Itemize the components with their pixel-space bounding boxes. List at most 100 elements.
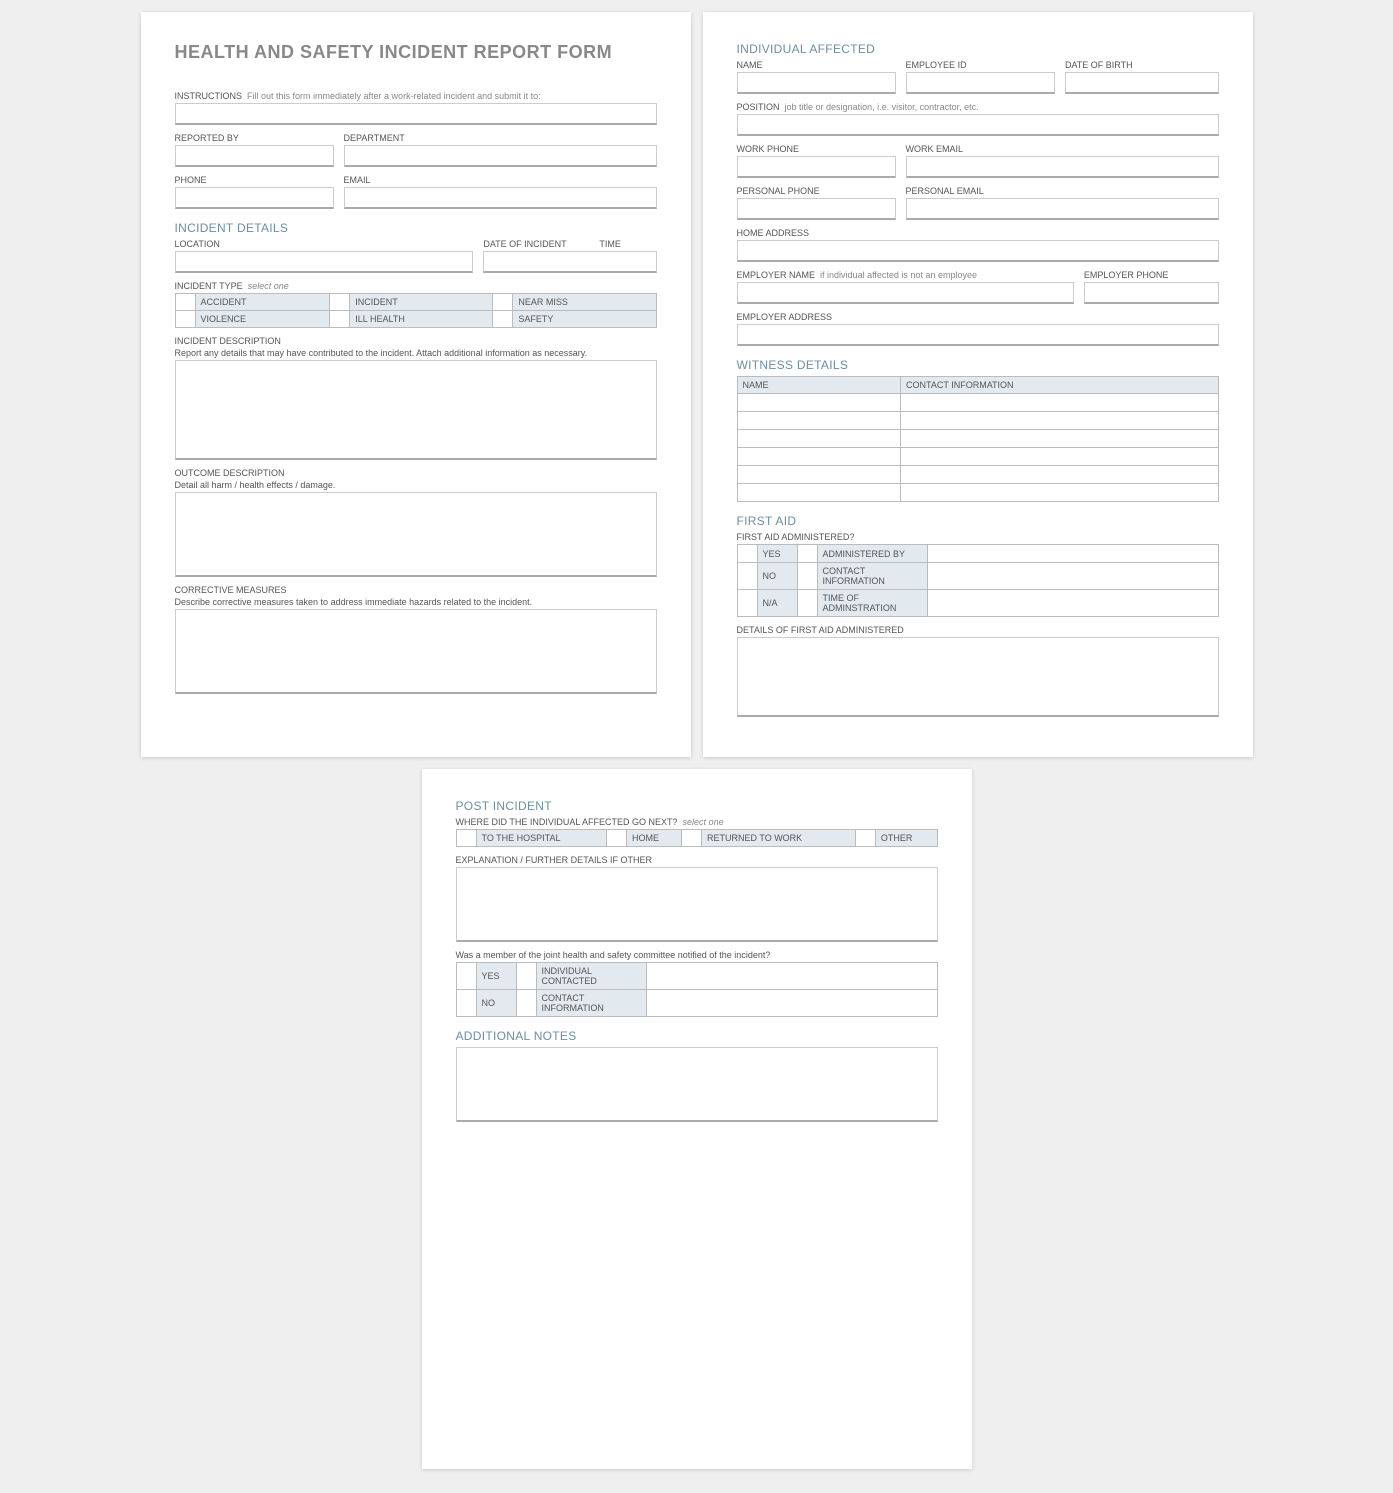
page-3: POST INCIDENT WHERE DID THE INDIVIDUAL A… bbox=[422, 769, 972, 1469]
ia-empname-input[interactable] bbox=[737, 282, 1074, 304]
witness-name-cell[interactable] bbox=[737, 394, 901, 412]
check-fa-contact[interactable] bbox=[797, 563, 817, 590]
check-pi-no[interactable] bbox=[456, 990, 476, 1017]
witness-contact-cell[interactable] bbox=[901, 430, 1218, 448]
department-input[interactable] bbox=[344, 145, 657, 167]
ia-empid-input[interactable] bbox=[906, 72, 1055, 94]
date-of-incident-input[interactable] bbox=[483, 251, 656, 273]
opt-pi-yes: YES bbox=[476, 963, 516, 990]
witness-name-cell[interactable] bbox=[737, 466, 901, 484]
check-fa-no[interactable] bbox=[737, 563, 757, 590]
fa-details-label: DETAILS OF FIRST AID ADMINISTERED bbox=[737, 625, 1219, 635]
check-safety[interactable] bbox=[493, 311, 513, 328]
ia-workemail-label: WORK EMAIL bbox=[906, 144, 1219, 154]
pi-committee-grid: YES INDIVIDUAL CONTACTED NO CONTACT INFO… bbox=[456, 962, 938, 1017]
ia-position-label: POSITION job title or designation, i.e. … bbox=[737, 102, 1219, 112]
check-incident[interactable] bbox=[330, 294, 350, 311]
opt-incident: INCIDENT bbox=[350, 294, 493, 311]
instructions-input[interactable] bbox=[175, 103, 657, 125]
pi-indiv-label: INDIVIDUAL CONTACTED bbox=[536, 963, 646, 990]
ia-workphone-label: WORK PHONE bbox=[737, 144, 896, 154]
ia-persphone-input[interactable] bbox=[737, 198, 896, 220]
pi-indiv-input[interactable] bbox=[646, 963, 937, 990]
check-fa-time[interactable] bbox=[797, 590, 817, 617]
witness-name-cell[interactable] bbox=[737, 484, 901, 502]
check-other[interactable] bbox=[855, 830, 875, 847]
ia-empaddr-label: EMPLOYER ADDRESS bbox=[737, 312, 1219, 322]
fa-time-input[interactable] bbox=[927, 590, 1218, 617]
ia-name-input[interactable] bbox=[737, 72, 896, 94]
ia-empphone-label: EMPLOYER PHONE bbox=[1084, 270, 1219, 280]
additional-notes-input[interactable] bbox=[456, 1047, 938, 1122]
witness-name-cell[interactable] bbox=[737, 430, 901, 448]
opt-fa-na: N/A bbox=[757, 590, 797, 617]
corrective-measures-sub: Describe corrective measures taken to ad… bbox=[175, 597, 657, 607]
check-near-miss[interactable] bbox=[493, 294, 513, 311]
outcome-description-input[interactable] bbox=[175, 492, 657, 577]
opt-pi-no: NO bbox=[476, 990, 516, 1017]
first-aid-q-label: FIRST AID ADMINISTERED? bbox=[737, 532, 1219, 542]
check-returned[interactable] bbox=[682, 830, 702, 847]
witness-contact-cell[interactable] bbox=[901, 448, 1218, 466]
pi-where-label: WHERE DID THE INDIVIDUAL AFFECTED GO NEX… bbox=[456, 817, 938, 827]
phone-input[interactable] bbox=[175, 187, 334, 209]
ia-empaddr-input[interactable] bbox=[737, 324, 1219, 346]
instructions-label: INSTRUCTIONS Fill out this form immediat… bbox=[175, 91, 657, 101]
witness-contact-cell[interactable] bbox=[901, 466, 1218, 484]
ia-persemail-label: PERSONAL EMAIL bbox=[906, 186, 1219, 196]
witness-contact-cell[interactable] bbox=[901, 484, 1218, 502]
check-pi-indiv[interactable] bbox=[516, 963, 536, 990]
ia-empname-label: EMPLOYER NAME if individual affected is … bbox=[737, 270, 1074, 280]
fa-admin-by-input[interactable] bbox=[927, 545, 1218, 563]
ia-dob-input[interactable] bbox=[1065, 72, 1219, 94]
opt-fa-yes: YES bbox=[757, 545, 797, 563]
witness-name-cell[interactable] bbox=[737, 448, 901, 466]
ia-workphone-input[interactable] bbox=[737, 156, 896, 178]
corrective-measures-input[interactable] bbox=[175, 609, 657, 694]
ia-empid-label: EMPLOYEE ID bbox=[906, 60, 1055, 70]
first-aid-grid: YES ADMINISTERED BY NO CONTACT INFORMATI… bbox=[737, 544, 1219, 617]
check-home[interactable] bbox=[606, 830, 626, 847]
incident-description-input[interactable] bbox=[175, 360, 657, 460]
pi-explanation-input[interactable] bbox=[456, 867, 938, 942]
email-label: EMAIL bbox=[344, 175, 657, 185]
fa-contact-input[interactable] bbox=[927, 563, 1218, 590]
outcome-description-label: OUTCOME DESCRIPTION bbox=[175, 468, 657, 478]
additional-notes-heading: ADDITIONAL NOTES bbox=[456, 1029, 938, 1043]
ia-persemail-input[interactable] bbox=[906, 198, 1219, 220]
location-label: LOCATION bbox=[175, 239, 474, 249]
ia-empphone-input[interactable] bbox=[1084, 282, 1219, 304]
first-aid-heading: FIRST AID bbox=[737, 514, 1219, 528]
ia-workemail-input[interactable] bbox=[906, 156, 1219, 178]
witness-contact-cell[interactable] bbox=[901, 412, 1218, 430]
fa-time-label: TIME OF ADMINSTRATION bbox=[817, 590, 927, 617]
opt-returned: RETURNED TO WORK bbox=[702, 830, 856, 847]
phone-label: PHONE bbox=[175, 175, 334, 185]
check-pi-contact[interactable] bbox=[516, 990, 536, 1017]
witness-details-heading: WITNESS DETAILS bbox=[737, 358, 1219, 372]
witness-table: NAME CONTACT INFORMATION bbox=[737, 376, 1219, 502]
pi-contact-input[interactable] bbox=[646, 990, 937, 1017]
ia-position-input[interactable] bbox=[737, 114, 1219, 136]
outcome-description-sub: Detail all harm / health effects / damag… bbox=[175, 480, 657, 490]
witness-name-cell[interactable] bbox=[737, 412, 901, 430]
check-hospital[interactable] bbox=[456, 830, 476, 847]
check-fa-admin-by[interactable] bbox=[797, 545, 817, 563]
reported-by-input[interactable] bbox=[175, 145, 334, 167]
check-pi-yes[interactable] bbox=[456, 963, 476, 990]
witness-contact-cell[interactable] bbox=[901, 394, 1218, 412]
pi-committee-q: Was a member of the joint health and saf… bbox=[456, 950, 938, 960]
pi-explanation-label: EXPLANATION / FURTHER DETAILS IF OTHER bbox=[456, 855, 938, 865]
email-input[interactable] bbox=[344, 187, 657, 209]
fa-details-input[interactable] bbox=[737, 637, 1219, 717]
page-2: INDIVIDUAL AFFECTED NAME EMPLOYEE ID DAT… bbox=[703, 12, 1253, 757]
ia-homeaddr-input[interactable] bbox=[737, 240, 1219, 262]
reported-by-label: REPORTED BY bbox=[175, 133, 334, 143]
check-ill-health[interactable] bbox=[330, 311, 350, 328]
post-incident-where-grid: TO THE HOSPITAL HOME RETURNED TO WORK OT… bbox=[456, 829, 938, 847]
check-accident[interactable] bbox=[175, 294, 195, 311]
ia-name-label: NAME bbox=[737, 60, 896, 70]
check-fa-na[interactable] bbox=[737, 590, 757, 617]
check-fa-yes[interactable] bbox=[737, 545, 757, 563]
check-violence[interactable] bbox=[175, 311, 195, 328]
